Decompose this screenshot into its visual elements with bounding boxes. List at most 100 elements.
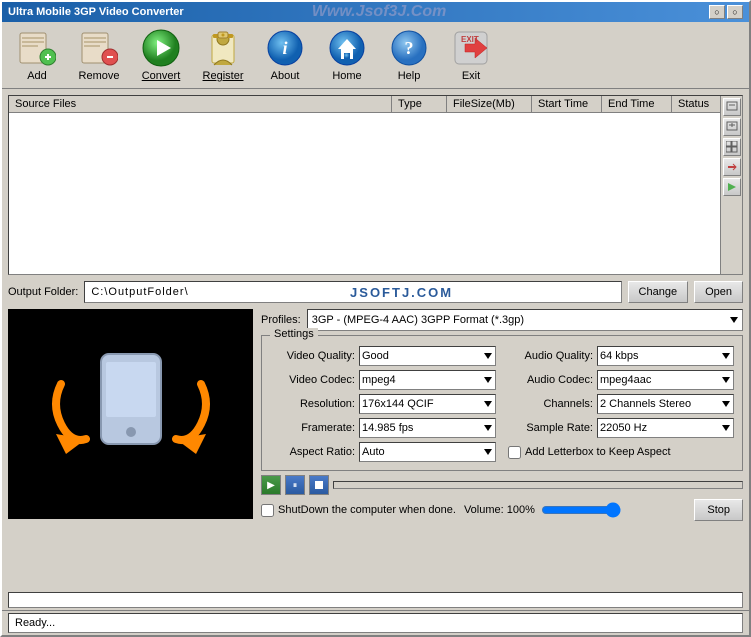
channels-label: Channels: (508, 398, 593, 410)
audio-quality-label: Audio Quality: (508, 350, 593, 362)
video-quality-select[interactable]: Good (359, 346, 496, 366)
side-btn-2[interactable] (723, 118, 741, 136)
settings-grid: Video Quality: Good Audio Quality: 64 kb… (270, 346, 734, 462)
open-button[interactable]: Open (694, 281, 743, 303)
profiles-row: Profiles: 3GP - (MPEG-4 AAC) 3GPP Format… (261, 309, 743, 331)
framerate-label: Framerate: (270, 422, 355, 434)
shutdown-row: ShutDown the computer when done. (261, 504, 456, 517)
video-codec-select[interactable]: mpeg4 (359, 370, 496, 390)
letterbox-checkbox[interactable] (508, 446, 521, 459)
help-button[interactable]: ? Help (380, 26, 438, 84)
file-list-body[interactable] (9, 113, 742, 253)
output-folder-label: Output Folder: (8, 286, 78, 298)
volume-slider[interactable] (541, 502, 621, 518)
convert-label: Convert (142, 70, 181, 82)
home-button[interactable]: Home (318, 26, 376, 84)
framerate-select[interactable]: 14.985 fps (359, 418, 496, 438)
audio-codec-row: Audio Codec: mpeg4aac (508, 370, 734, 390)
volume-row: Volume: 100% (464, 502, 686, 518)
file-list: Source Files Type FileSize(Mb) Start Tim… (9, 96, 742, 274)
file-list-area: Source Files Type FileSize(Mb) Start Tim… (8, 95, 743, 275)
main-progress-track (8, 592, 743, 608)
remove-button[interactable]: Remove (70, 26, 128, 84)
channels-row: Channels: 2 Channels Stereo (508, 394, 734, 414)
audio-codec-select[interactable]: mpeg4aac (597, 370, 734, 390)
audio-codec-label: Audio Codec: (508, 374, 593, 386)
status-bar: Ready... (8, 613, 743, 633)
help-label: Help (398, 70, 421, 82)
volume-label: Volume: 100% (464, 504, 535, 516)
sample-rate-label: Sample Rate: (508, 422, 593, 434)
pause-button[interactable]: ⏸ (285, 475, 305, 495)
output-path-text: C:\OutputFolder\ (91, 286, 188, 298)
svg-text:EXIT: EXIT (461, 35, 479, 44)
progress-area (2, 590, 749, 610)
col-filesize: FileSize(Mb) (447, 96, 532, 112)
sample-rate-select[interactable]: 22050 Hz (597, 418, 734, 438)
about-label: About (271, 70, 300, 82)
aspect-ratio-select[interactable]: Auto (359, 442, 496, 462)
progress-track[interactable] (333, 481, 743, 489)
framerate-row: Framerate: 14.985 fps (270, 418, 496, 438)
preview-image (31, 324, 231, 504)
side-btn-3[interactable] (723, 138, 741, 156)
main-window: Ultra Mobile 3GP Video Converter Www.Jso… (0, 0, 751, 637)
col-start-time: Start Time (532, 96, 602, 112)
title-bar: Ultra Mobile 3GP Video Converter Www.Jso… (2, 2, 749, 22)
output-path-display: C:\OutputFolder\ JSOFTJ.COM (84, 281, 621, 303)
side-btn-4[interactable] (723, 158, 741, 176)
register-button[interactable]: Register (194, 26, 252, 84)
change-button[interactable]: Change (628, 281, 689, 303)
stop-small-button[interactable] (309, 475, 329, 495)
resolution-select[interactable]: 176x144 QCIF (359, 394, 496, 414)
preview-area (8, 309, 253, 519)
status-area: Ready... (2, 610, 749, 635)
shutdown-checkbox[interactable] (261, 504, 274, 517)
profiles-select[interactable]: 3GP - (MPEG-4 AAC) 3GPP Format (*.3gp) (307, 309, 743, 331)
bottom-section: Profiles: 3GP - (MPEG-4 AAC) 3GPP Format… (8, 309, 743, 521)
output-watermark: JSOFTJ.COM (189, 285, 615, 300)
add-label: Add (27, 70, 47, 82)
side-btn-1[interactable] (723, 98, 741, 116)
options-row: ShutDown the computer when done. Volume:… (261, 499, 743, 521)
settings-group: Settings Video Quality: Good Audio Quali… (261, 335, 743, 471)
channels-select[interactable]: 2 Channels Stereo (597, 394, 734, 414)
convert-icon (141, 28, 181, 68)
about-icon: i (265, 28, 305, 68)
settings-tab-label: Settings (270, 328, 318, 340)
remove-label: Remove (79, 70, 120, 82)
profiles-label: Profiles: (261, 314, 301, 326)
toolbar: Add Remove (2, 22, 749, 89)
maximize-button[interactable]: ○ (727, 5, 743, 19)
exit-button[interactable]: EXIT Exit (442, 26, 500, 84)
window-title: Ultra Mobile 3GP Video Converter (8, 6, 184, 18)
window-controls: ○ ○ (709, 5, 743, 19)
convert-button[interactable]: Convert (132, 26, 190, 84)
home-label: Home (332, 70, 361, 82)
letterbox-label: Add Letterbox to Keep Aspect (525, 446, 671, 458)
svg-text:?: ? (405, 38, 414, 58)
register-icon (203, 28, 243, 68)
video-codec-label: Video Codec: (270, 374, 355, 386)
resolution-row: Resolution: 176x144 QCIF (270, 394, 496, 414)
settings-panel: Profiles: 3GP - (MPEG-4 AAC) 3GPP Format… (261, 309, 743, 521)
add-icon (17, 28, 57, 68)
col-type: Type (392, 96, 447, 112)
sample-rate-row: Sample Rate: 22050 Hz (508, 418, 734, 438)
file-list-header: Source Files Type FileSize(Mb) Start Tim… (9, 96, 742, 113)
stop-button[interactable]: Stop (694, 499, 743, 521)
svg-text:i: i (282, 38, 287, 58)
audio-quality-row: Audio Quality: 64 kbps (508, 346, 734, 366)
play-button[interactable]: ▶ (261, 475, 281, 495)
about-button[interactable]: i About (256, 26, 314, 84)
video-quality-label: Video Quality: (270, 350, 355, 362)
side-btn-5[interactable] (723, 178, 741, 196)
minimize-button[interactable]: ○ (709, 5, 725, 19)
exit-label: Exit (462, 70, 480, 82)
shutdown-label: ShutDown the computer when done. (278, 504, 456, 516)
audio-quality-select[interactable]: 64 kbps (597, 346, 734, 366)
add-button[interactable]: Add (8, 26, 66, 84)
output-row: Output Folder: C:\OutputFolder\ JSOFTJ.C… (8, 281, 743, 303)
main-content: Source Files Type FileSize(Mb) Start Tim… (2, 89, 749, 590)
remove-icon (79, 28, 119, 68)
